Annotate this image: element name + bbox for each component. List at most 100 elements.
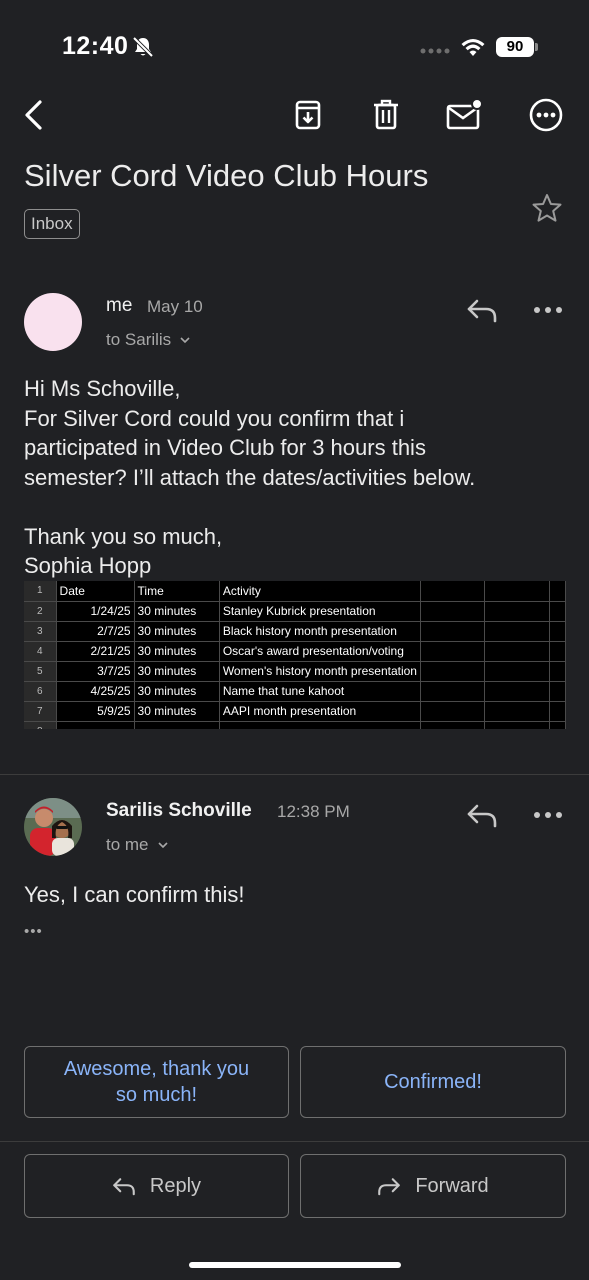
empty-cell xyxy=(219,721,421,729)
table-row: 5 3/7/25 30 minutes Women's history mont… xyxy=(24,661,566,682)
battery-cap xyxy=(535,43,538,51)
body-line: participated in Video Club for 3 hours t… xyxy=(24,435,426,460)
table-row: 7 5/9/25 30 minutes AAPI month presentat… xyxy=(24,701,566,722)
row-number: 5 xyxy=(24,661,57,682)
back-button[interactable] xyxy=(14,95,54,135)
empty-cell xyxy=(134,721,220,729)
more-horizontal-icon xyxy=(534,812,562,818)
empty-cell xyxy=(549,681,566,702)
message2-reply-button[interactable] xyxy=(466,801,498,829)
cell-signal-icon xyxy=(420,48,452,54)
message1-reply-button[interactable] xyxy=(466,296,498,324)
sheet-header-row: 1 Date Time Activity xyxy=(24,581,566,602)
smart-reply-awesome[interactable]: Awesome, thank you so much! xyxy=(24,1046,289,1118)
bell-slash-icon xyxy=(132,36,154,58)
reply-icon xyxy=(467,299,497,323)
empty-cell xyxy=(420,661,486,682)
table-row: 4 2/21/25 30 minutes Oscar's award prese… xyxy=(24,641,566,662)
delete-button[interactable] xyxy=(366,95,406,135)
spreadsheet-image[interactable]: 1 Date Time Activity 2 1/24/25 30 minute… xyxy=(24,581,566,729)
show-trimmed-content-button[interactable]: ••• xyxy=(24,923,43,940)
inbox-label-chip[interactable]: Inbox xyxy=(24,209,80,239)
empty-cell xyxy=(56,721,135,729)
row-number: 8 xyxy=(24,721,57,729)
star-icon xyxy=(532,194,562,222)
more-circle-icon xyxy=(529,98,563,132)
message2-sender: Sarilis Schoville xyxy=(106,800,252,821)
avatar-sarilis[interactable] xyxy=(24,798,82,856)
cell-time: 30 minutes xyxy=(134,661,220,682)
empty-cell xyxy=(549,581,566,602)
message1-date: May 10 xyxy=(147,297,203,316)
actions-divider xyxy=(0,1141,589,1142)
forward-button[interactable]: Forward xyxy=(300,1154,566,1218)
mail-unread-icon xyxy=(446,98,483,130)
forward-icon xyxy=(378,1178,401,1196)
cell-date: 3/7/25 xyxy=(56,661,135,682)
message2-time: 12:38 PM xyxy=(277,802,350,821)
empty-cell xyxy=(420,701,486,722)
empty-cell xyxy=(484,641,550,662)
cell-activity: Black history month presentation xyxy=(219,621,421,642)
cell-activity: Name that tune kahoot xyxy=(219,681,421,702)
empty-cell xyxy=(549,601,566,622)
row-number: 2 xyxy=(24,601,57,622)
reply-button[interactable]: Reply xyxy=(24,1154,289,1218)
cell-date: 2/21/25 xyxy=(56,641,135,662)
empty-cell xyxy=(484,661,550,682)
wifi-icon xyxy=(460,37,486,57)
more-options-button[interactable] xyxy=(526,95,566,135)
cell-time: 30 minutes xyxy=(134,621,220,642)
battery-level: 90 xyxy=(496,37,534,57)
empty-cell xyxy=(484,701,550,722)
spreadsheet-table: 1 Date Time Activity 2 1/24/25 30 minute… xyxy=(24,581,566,729)
table-row: 6 4/25/25 30 minutes Name that tune kaho… xyxy=(24,681,566,702)
body-line: Sophia Hopp xyxy=(24,553,152,578)
avatar-me[interactable] xyxy=(24,293,82,351)
empty-cell xyxy=(549,621,566,642)
empty-cell xyxy=(420,641,486,662)
chevron-left-icon xyxy=(25,100,42,130)
more-horizontal-icon xyxy=(534,307,562,313)
empty-cell xyxy=(484,601,550,622)
message2-more-button[interactable] xyxy=(532,810,564,820)
archive-button[interactable] xyxy=(288,95,328,135)
empty-cell xyxy=(549,721,566,729)
empty-cell xyxy=(420,581,486,602)
star-button[interactable] xyxy=(531,193,563,223)
message1-more-button[interactable] xyxy=(532,305,564,315)
chevron-down-icon xyxy=(157,842,168,849)
header-time: Time xyxy=(134,581,220,602)
cell-date: 4/25/25 xyxy=(56,681,135,702)
forward-label: Forward xyxy=(415,1174,489,1197)
empty-cell xyxy=(420,621,486,642)
profile-photo xyxy=(24,798,82,856)
mark-unread-button[interactable] xyxy=(444,95,484,135)
empty-cell xyxy=(420,681,486,702)
cell-activity: AAPI month presentation xyxy=(219,701,421,722)
empty-cell xyxy=(420,601,486,622)
header-activity: Activity xyxy=(219,581,421,602)
message1-recipients: to Sarilis xyxy=(106,330,172,349)
message1-body: Hi Ms Schoville, For Silver Cord could y… xyxy=(24,374,574,581)
message2-recipients-toggle[interactable]: to me xyxy=(106,835,169,855)
body-line: Hi Ms Schoville, xyxy=(24,376,181,401)
empty-cell xyxy=(484,581,550,602)
empty-cell xyxy=(549,641,566,662)
trash-icon xyxy=(374,99,398,130)
home-indicator[interactable] xyxy=(189,1262,401,1268)
cell-activity: Women's history month presentation xyxy=(219,661,421,682)
message1-sender: me xyxy=(106,295,133,316)
empty-cell xyxy=(484,681,550,702)
smart-reply-confirmed[interactable]: Confirmed! xyxy=(300,1046,566,1118)
reply-icon xyxy=(467,804,497,828)
status-time: 12:40 xyxy=(62,32,129,60)
cell-time: 30 minutes xyxy=(134,681,220,702)
empty-cell xyxy=(484,721,550,729)
message1-recipients-toggle[interactable]: to Sarilis xyxy=(106,330,191,350)
cell-time: 30 minutes xyxy=(134,701,220,722)
cell-time: 30 minutes xyxy=(134,641,220,662)
chevron-down-icon xyxy=(180,337,190,344)
body-line: semester? I’ll attach the dates/activiti… xyxy=(24,464,476,490)
message2-recipients: to me xyxy=(106,835,149,854)
